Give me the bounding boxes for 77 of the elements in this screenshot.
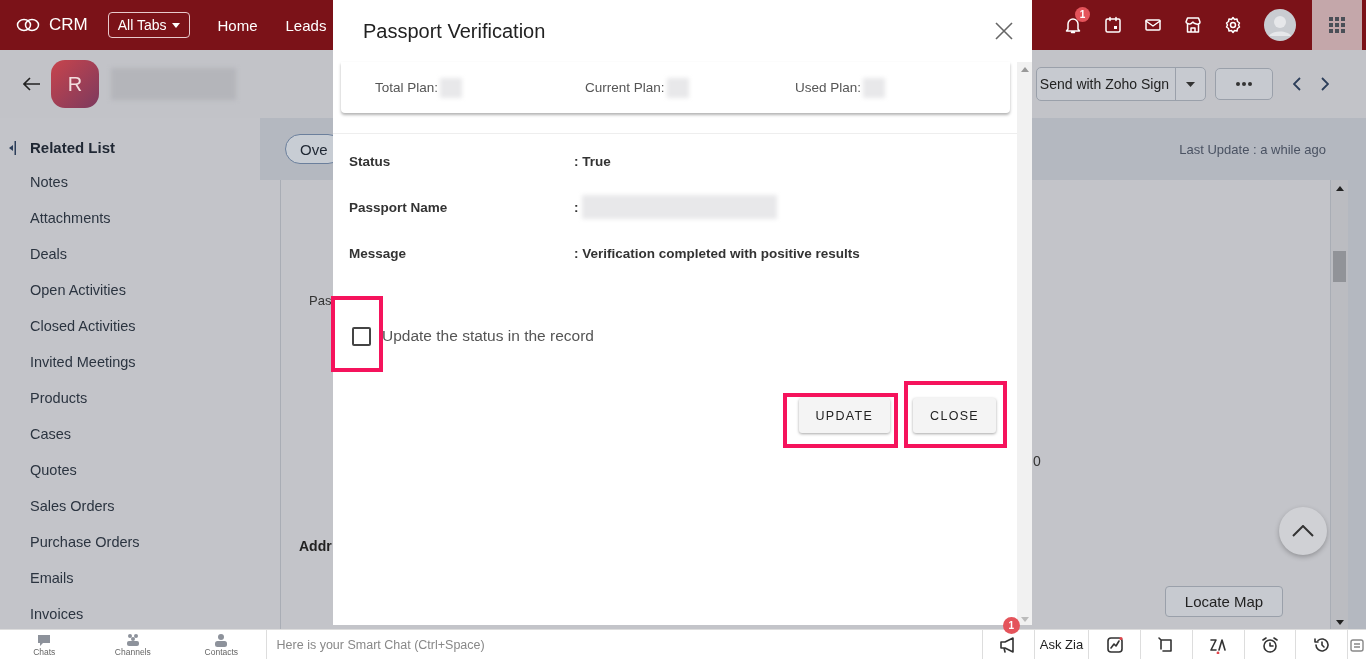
app-name: CRM [49,15,88,35]
notification-badge: 1 [1075,7,1090,22]
caret-icon [1186,81,1195,87]
previous-icon[interactable] [1293,77,1301,91]
result-label: Message [349,245,408,261]
caret-icon [171,22,180,28]
next-icon[interactable] [1321,77,1329,91]
plan-label: Current Plan: [585,80,665,95]
sidebar-item[interactable]: Quotes [0,460,260,496]
logo-icon [16,17,40,33]
sidebar-item[interactable]: Deals [0,244,260,280]
person-icon [213,632,230,647]
scrollbar-thumb[interactable] [1333,251,1346,282]
sidebar-item[interactable]: Cases [0,424,260,460]
last-update-text: Last Update : a while ago [1179,141,1326,157]
apps-grid-button[interactable] [1312,0,1362,50]
sidebar-title: Related List [30,139,116,156]
back-arrow-icon[interactable] [23,77,41,91]
bottom-app-tab[interactable]: Chats [0,630,89,659]
chevron-up-icon [1292,525,1314,537]
sidebar-item[interactable]: Attachments [0,208,260,244]
bottom-app-tab[interactable]: Channels [88,630,178,659]
scroll-up-icon [1335,186,1344,191]
sidebar-item[interactable]: Purchase Orders [0,532,260,568]
sidebar-item[interactable]: Closed Activities [0,316,260,352]
sidebar-item[interactable]: Products [0,388,260,424]
result-value: : [574,199,579,215]
collapse-icon[interactable] [8,140,16,155]
close-icon[interactable] [995,22,1013,40]
grid-icon [1329,17,1345,33]
dialog-button[interactable]: CLOSE [913,398,996,433]
result-label: Status [349,153,392,169]
scroll-to-top-button[interactable] [1279,507,1327,555]
sidebar-item[interactable]: Open Activities [0,280,260,316]
result-label: Passport Name [349,199,449,215]
checkbox-label: Update the status in the record [382,327,594,345]
send-with-zoho-sign-button[interactable]: Send with Zoho Sign [1036,68,1175,100]
chat-bubble-icon [36,632,53,647]
record-avatar: R [51,60,99,108]
bottom-app-tab[interactable]: Contacts [177,630,266,659]
scroll-down-icon [1335,620,1344,625]
sidebar-item[interactable]: Sales Orders [0,496,260,532]
sidebar-item[interactable]: Emails [0,568,260,604]
plan-label: Total Plan: [375,80,439,95]
scroll-down-icon [1020,617,1029,622]
people-icon [124,632,141,647]
scroll-up-icon [1020,67,1029,72]
ask-zia-button[interactable]: Ask Zia [1033,630,1089,659]
settings-icon[interactable] [1224,16,1242,34]
dialog-title: Passport Verification [363,19,546,43]
sidebar-item[interactable]: Invited Meetings [0,352,260,388]
scrollbar[interactable] [1017,62,1032,625]
all-tabs-button[interactable]: All Tabs [107,12,190,38]
section-heading: Addr [299,538,332,554]
profile-avatar[interactable] [1264,9,1296,41]
sidebar-item[interactable]: Invoices [0,604,260,629]
sidebar-item[interactable]: Notes [0,172,260,208]
more-icon [1236,82,1252,86]
nav-tab[interactable]: Leads [285,16,327,34]
checkbox[interactable] [352,326,371,346]
field-label: Pas [309,293,332,308]
bell-icon[interactable] [1064,16,1082,34]
dialog-button[interactable]: UPDATE [798,398,891,433]
result-value: : True [574,153,611,169]
plan-label: Used Plan: [795,80,862,95]
smart-chat-field[interactable]: Here is your Smart Chat (Ctrl+Space) [265,630,982,659]
history-icon[interactable] [1312,635,1331,654]
scrollbar[interactable] [1330,180,1348,629]
field-value: 0 [1033,453,1041,469]
locate-map-button[interactable]: Locate Map [1165,586,1283,617]
nav-tab[interactable]: Home [217,16,258,34]
alarm-clock-icon[interactable] [1260,635,1279,654]
store-icon[interactable] [1184,16,1202,34]
mail-icon[interactable] [1144,16,1162,34]
result-value: : Verification completed with positive results [574,245,860,261]
calendar-icon[interactable] [1104,16,1122,34]
chart-icon[interactable] [1105,635,1124,654]
